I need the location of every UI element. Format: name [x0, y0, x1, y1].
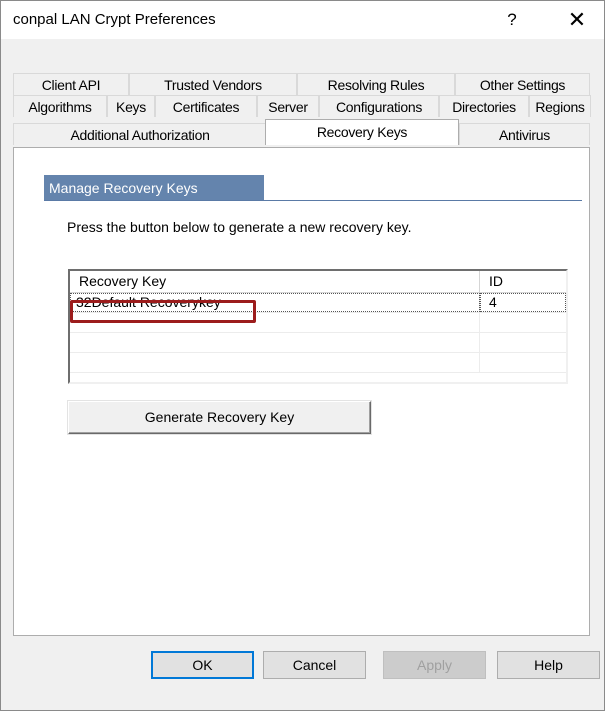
- tab-trusted-vendors[interactable]: Trusted Vendors: [129, 73, 297, 95]
- apply-button[interactable]: Apply: [383, 651, 486, 679]
- help-button[interactable]: Help: [497, 651, 600, 679]
- generate-recovery-key-button[interactable]: Generate Recovery Key: [68, 401, 371, 434]
- tab-antivirus[interactable]: Antivirus: [459, 123, 590, 145]
- tab-certificates[interactable]: Certificates: [155, 95, 257, 117]
- help-icon[interactable]: ?: [489, 1, 535, 39]
- tab-regions[interactable]: Regions: [529, 95, 591, 117]
- tab-strip: Client API Trusted Vendors Resolving Rul…: [1, 39, 604, 149]
- tab-configurations[interactable]: Configurations: [319, 95, 439, 117]
- id-cell: 4: [480, 293, 566, 312]
- tab-other-settings[interactable]: Other Settings: [455, 73, 590, 95]
- empty-key-cell: [70, 353, 480, 372]
- tab-recovery-keys[interactable]: Recovery Keys: [265, 119, 459, 145]
- group-divider: [44, 200, 582, 201]
- list-header: Recovery Key ID: [70, 271, 566, 293]
- empty-key-cell: [70, 333, 480, 352]
- empty-row: [70, 353, 566, 373]
- preferences-dialog: conpal LAN Crypt Preferences ? ✕ Client …: [0, 0, 605, 711]
- instruction-text: Press the button below to generate a new…: [67, 219, 412, 235]
- tab-directories[interactable]: Directories: [439, 95, 529, 117]
- recovery-keys-panel: Manage Recovery Keys Press the button be…: [13, 147, 590, 636]
- tab-resolving-rules[interactable]: Resolving Rules: [297, 73, 455, 95]
- tab-additional-authorization[interactable]: Additional Authorization: [13, 123, 267, 145]
- ok-button[interactable]: OK: [151, 651, 254, 679]
- cancel-button[interactable]: Cancel: [263, 651, 366, 679]
- title-bar: conpal LAN Crypt Preferences ? ✕: [1, 1, 604, 39]
- empty-row: [70, 333, 566, 353]
- recovery-key-list[interactable]: Recovery Key ID 32Default Recoverykey 4: [68, 269, 568, 384]
- window-title: conpal LAN Crypt Preferences: [13, 11, 216, 28]
- tab-client-api[interactable]: Client API: [13, 73, 129, 95]
- group-title: Manage Recovery Keys: [44, 175, 264, 201]
- close-icon[interactable]: ✕: [554, 1, 600, 39]
- tab-server[interactable]: Server: [257, 95, 319, 117]
- column-header-id[interactable]: ID: [480, 271, 566, 292]
- tab-algorithms[interactable]: Algorithms: [13, 95, 107, 117]
- tab-keys[interactable]: Keys: [107, 95, 155, 117]
- highlight-annotation: [70, 300, 256, 323]
- column-header-recovery-key[interactable]: Recovery Key: [70, 271, 480, 292]
